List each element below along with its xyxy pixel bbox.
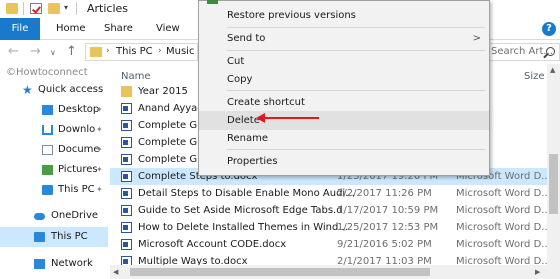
vertical-scrollbar[interactable]: ▲ [547, 64, 560, 265]
word-document-icon [121, 188, 132, 199]
word-document-icon [121, 103, 132, 114]
annotation-arrow-head-icon [256, 113, 265, 123]
word-document-icon [121, 239, 132, 250]
nav-item-pictures[interactable]: Pictures ✦ [0, 160, 108, 180]
list-item[interactable]: Microsoft Account CODE.docx 9/21/2016 5:… [110, 236, 551, 253]
pin-icon: ✦ [96, 105, 103, 114]
word-document-icon [121, 205, 132, 216]
watermark: ©Howtoconnect [6, 67, 88, 78]
nav-item-this-pc[interactable]: This PC [0, 227, 108, 247]
list-item[interactable]: Detail Steps to Disable Enable Mono Audi… [110, 185, 551, 202]
breadcrumb-this-pc[interactable]: This PC [116, 46, 153, 57]
pin-icon: ✦ [96, 125, 103, 134]
pc-icon [42, 185, 53, 195]
horizontal-scroll-thumb[interactable] [130, 268, 430, 276]
tab-view[interactable]: View [156, 18, 180, 40]
column-header-name[interactable]: Name [121, 71, 151, 82]
pc-icon [34, 232, 45, 242]
nav-item-desktop[interactable]: Desktop ✦ [0, 100, 108, 120]
word-document-icon [121, 171, 132, 182]
horizontal-scrollbar[interactable]: ◀ ▶ [110, 265, 560, 279]
menu-item-copy[interactable]: Copy [199, 70, 489, 89]
pin-icon: ✦ [96, 185, 103, 194]
documents-icon [42, 145, 53, 155]
nav-item-documents[interactable]: Docume ✦ [0, 140, 108, 160]
folder-icon [90, 47, 102, 57]
chevron-down-icon[interactable]: ∨ [50, 48, 56, 57]
pictures-icon [42, 165, 53, 175]
folder-icon [6, 3, 18, 14]
pin-icon: ✦ [96, 145, 103, 154]
nav-item-this-pc-pinned[interactable]: This PC ✦ [0, 180, 108, 200]
list-item[interactable]: How to Delete Installed Themes in Wind..… [110, 219, 551, 236]
menu-separator [227, 50, 485, 51]
menu-item-properties[interactable]: Properties [199, 152, 489, 171]
menu-item-send-to[interactable]: Send to > [199, 29, 489, 48]
tab-share[interactable]: Share [104, 18, 133, 40]
word-document-icon [121, 154, 132, 165]
folder-icon [121, 86, 132, 97]
new-folder-icon[interactable] [48, 3, 60, 14]
scroll-right-icon[interactable]: ▶ [535, 268, 540, 276]
nav-item-network[interactable]: Network [0, 254, 108, 274]
breadcrumb-music[interactable]: Music ( [166, 46, 202, 57]
star-icon: ★ [22, 83, 33, 97]
download-icon [42, 125, 53, 135]
window-title: Articles [87, 2, 129, 15]
scroll-up-icon[interactable]: ▲ [550, 66, 555, 74]
menu-separator [227, 90, 485, 91]
menu-separator [227, 149, 485, 150]
breadcrumb-chevron-icon[interactable]: › [158, 46, 162, 56]
annotation-arrow-line [263, 117, 319, 119]
chevron-down-icon[interactable]: ▾ [64, 3, 68, 12]
context-menu: Restore previous versions Send to > Cut … [198, 0, 490, 176]
column-header-size[interactable]: Size [524, 71, 545, 82]
menu-item-cut[interactable]: Cut [199, 52, 489, 71]
search-icon[interactable] [546, 47, 555, 56]
file-explorer-window: ▾ Articles File Home Share View ? ← → ∨ … [0, 0, 560, 279]
tab-file[interactable]: File [0, 18, 40, 40]
menu-item-restore-previous-versions[interactable]: Restore previous versions [199, 6, 489, 25]
menu-item-rename[interactable]: Rename [199, 129, 489, 148]
help-icon[interactable]: ? [542, 22, 556, 36]
nav-item-onedrive[interactable]: OneDrive [0, 206, 108, 226]
forward-arrow-icon[interactable]: → [30, 44, 41, 59]
search-input[interactable]: Search Art... [487, 43, 560, 61]
pin-icon: ✦ [96, 165, 103, 174]
network-icon [34, 259, 45, 269]
address-bar[interactable]: › This PC › Music ( [85, 43, 202, 61]
chevron-right-icon: > [472, 33, 481, 44]
properties-check-icon[interactable] [30, 3, 42, 14]
navigation-pane: ★ Quick access Desktop ✦ Downlo ✦ Docume… [0, 64, 108, 279]
nav-item-downloads[interactable]: Downlo ✦ [0, 120, 108, 140]
word-document-icon [121, 222, 132, 233]
menu-item-create-shortcut[interactable]: Create shortcut [199, 93, 489, 112]
tab-home[interactable]: Home [56, 18, 86, 40]
menu-separator [227, 27, 485, 28]
separator [23, 2, 24, 15]
vertical-scroll-thumb[interactable] [549, 154, 558, 214]
list-item[interactable]: Guide to Set Aside Microsoft Edge Tabs.d… [110, 202, 551, 219]
up-arrow-icon[interactable]: ↑ [66, 44, 77, 59]
word-document-icon [121, 120, 132, 131]
cloud-icon [34, 213, 45, 220]
scroll-left-icon[interactable]: ◀ [113, 268, 118, 276]
separator [76, 2, 77, 15]
breadcrumb-chevron-icon[interactable]: › [106, 46, 110, 56]
menu-item-delete[interactable]: Delete [199, 111, 489, 130]
share-icon [207, 0, 218, 4]
word-document-icon [121, 137, 132, 148]
nav-item-quick-access[interactable]: ★ Quick access [0, 80, 108, 100]
desktop-icon [42, 105, 53, 115]
back-arrow-icon[interactable]: ← [8, 44, 19, 59]
